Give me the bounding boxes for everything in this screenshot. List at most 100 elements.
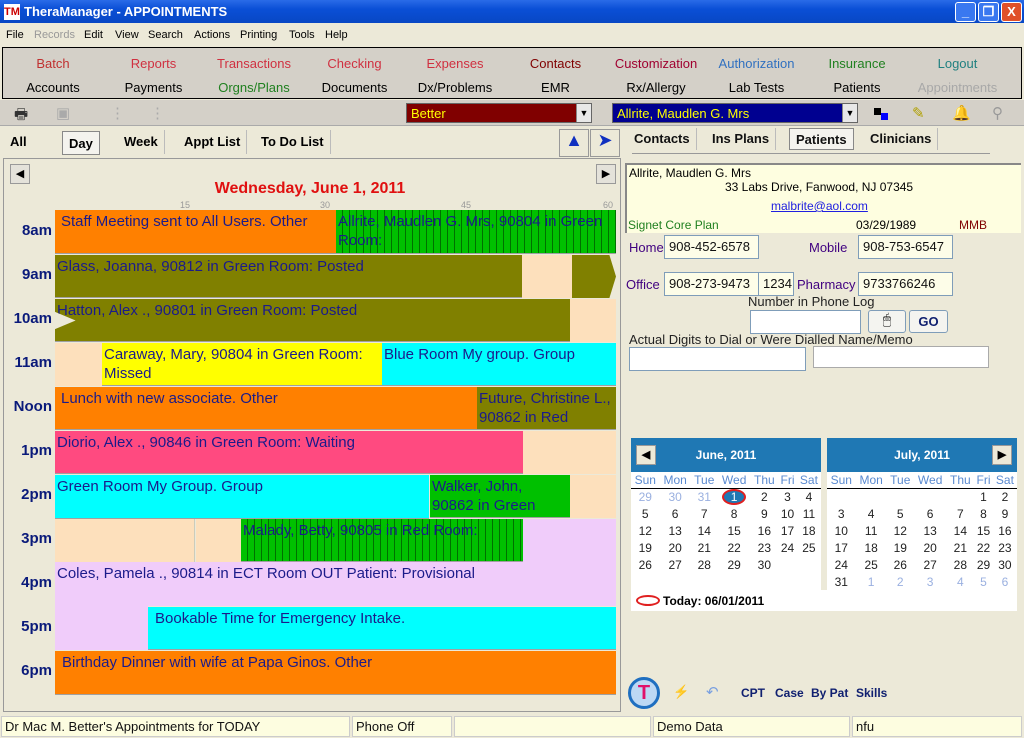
chevron-down-icon[interactable]: ▼ — [576, 104, 591, 122]
calendar-day[interactable]: 17 — [778, 522, 797, 539]
close-button[interactable]: X — [1001, 2, 1022, 22]
tab-appt-list[interactable]: Appt List — [178, 130, 248, 154]
nav-rx-allergy[interactable]: Rx/Allergy — [606, 80, 706, 95]
calendar-day[interactable]: 21 — [691, 539, 718, 556]
calendar-day[interactable]: 9 — [993, 505, 1017, 522]
appointment-block[interactable]: Caraway, Mary, 90804 in Green Room: Miss… — [102, 343, 382, 386]
nav-patients[interactable]: Patients — [807, 80, 907, 95]
tab-ins-plans[interactable]: Ins Plans — [706, 128, 777, 150]
calendar-day[interactable]: 25 — [856, 556, 887, 573]
calendar-day[interactable]: 18 — [856, 539, 887, 556]
nav-payments[interactable]: Payments — [104, 80, 204, 95]
open-slot[interactable] — [196, 519, 241, 562]
appointment-block[interactable]: Walker, John, 90862 in Green — [430, 475, 570, 518]
cpt-link[interactable]: CPT — [741, 686, 765, 700]
calendar-day[interactable]: 22 — [718, 539, 751, 556]
nav-dx-problems[interactable]: Dx/Problems — [405, 80, 505, 95]
menu-actions[interactable]: Actions — [194, 29, 230, 41]
calendar-day[interactable]: 28 — [691, 556, 718, 573]
calendar-day[interactable]: 7 — [947, 505, 975, 522]
menu-file[interactable]: File — [6, 29, 24, 41]
mobile-phone-field[interactable]: 908-753-6547 — [858, 235, 953, 259]
appointment-block[interactable]: Future, Christine L., 90862 in Red — [477, 387, 616, 430]
office-ext-field[interactable]: 1234 — [758, 272, 794, 296]
appointment-block[interactable]: Lunch with new associate. Other — [55, 387, 477, 430]
calendar-day[interactable]: 20 — [660, 539, 691, 556]
today-label[interactable]: Today: 06/01/2011 — [663, 594, 764, 608]
menu-tools[interactable]: Tools — [289, 29, 315, 41]
calendar-day[interactable]: 31 — [691, 488, 718, 505]
appointment-continuation-arrow[interactable] — [572, 255, 616, 298]
home-phone-field[interactable]: 908-452-6578 — [664, 235, 759, 259]
calendar-day[interactable]: 11 — [797, 505, 821, 522]
calendar-day[interactable]: 25 — [797, 539, 821, 556]
binoculars-icon[interactable]: ⚲ — [992, 104, 1003, 122]
calendar-day[interactable]: 4 — [797, 488, 821, 505]
office-phone-field[interactable]: 908-273-9473 — [664, 272, 759, 296]
undo-arrow-icon[interactable]: ↶ — [706, 683, 719, 701]
appointment-block[interactable]: Birthday Dinner with wife at Papa Ginos.… — [55, 651, 616, 695]
pharmacy-phone-field[interactable]: 9733766246 — [858, 272, 953, 296]
calendar-day[interactable]: 29 — [631, 488, 660, 505]
appointment-block[interactable]: Green Room My Group. Group — [55, 475, 429, 519]
calendar-day[interactable]: 13 — [660, 522, 691, 539]
filter-lightning-icon[interactable]: ⚡ — [673, 684, 689, 700]
calendar-day[interactable]: 22 — [974, 539, 993, 556]
menu-records[interactable]: Records — [34, 29, 75, 41]
nav-documents[interactable]: Documents — [305, 80, 405, 95]
up-arrow-button[interactable]: ▲ — [559, 129, 589, 157]
calendar-day[interactable]: 6 — [660, 505, 691, 522]
tab-clinicians[interactable]: Clinicians — [864, 128, 939, 150]
calendar-day[interactable]: 3 — [827, 505, 856, 522]
calendar-day[interactable]: 6 — [993, 573, 1017, 590]
skills-link[interactable]: Skills — [856, 686, 887, 700]
calendar-day[interactable]: 21 — [947, 539, 975, 556]
nav-contacts[interactable]: Contacts — [506, 56, 606, 71]
nav-logout[interactable]: Logout — [908, 56, 1008, 71]
go-button[interactable]: GO — [909, 310, 948, 333]
calendar-day[interactable]: 3 — [914, 573, 947, 590]
calendar-day[interactable]: 2 — [887, 573, 914, 590]
calendar-day[interactable]: 9 — [751, 505, 779, 522]
calendar-day[interactable]: 19 — [631, 539, 660, 556]
phone-log-field[interactable] — [750, 310, 861, 334]
menu-help[interactable]: Help — [325, 29, 348, 41]
calendar-day[interactable]: 6 — [914, 505, 947, 522]
calendar-day[interactable]: 24 — [778, 539, 797, 556]
calendar-day[interactable]: 17 — [827, 539, 856, 556]
calendar-day[interactable]: 15 — [718, 522, 751, 539]
calendar-day[interactable]: 12 — [887, 522, 914, 539]
patient-select[interactable]: Allrite, Maudlen G. Mrs ▼ — [612, 103, 858, 123]
save-icon[interactable]: ▣ — [56, 104, 70, 122]
calendar-day[interactable]: 1 — [718, 488, 751, 505]
calendar-day[interactable]: 29 — [718, 556, 751, 573]
coles-appointment-extension[interactable] — [55, 606, 148, 650]
calendar-day[interactable]: 10 — [827, 522, 856, 539]
calendar-day[interactable]: 19 — [887, 539, 914, 556]
appointment-block[interactable]: Malady, Betty, 90805 in Red Room: — [241, 519, 523, 562]
prev-month-button[interactable]: ◀ — [636, 445, 656, 465]
tab-week[interactable]: Week — [118, 130, 165, 154]
memo-field[interactable] — [813, 346, 989, 368]
menu-printing[interactable]: Printing — [240, 29, 277, 41]
nav-reports[interactable]: Reports — [104, 56, 204, 71]
calendar-day[interactable]: 18 — [797, 522, 821, 539]
calendar-day[interactable]: 24 — [827, 556, 856, 573]
layout-icon[interactable] — [874, 108, 881, 115]
calendar-day[interactable]: 7 — [691, 505, 718, 522]
restore-button[interactable]: ❐ — [978, 2, 999, 22]
nav-customization[interactable]: Customization — [606, 56, 706, 71]
calendar-day[interactable]: 8 — [718, 505, 751, 522]
nav-batch[interactable]: Batch — [3, 56, 103, 71]
calendar-day[interactable]: 30 — [660, 488, 691, 505]
appointment-block[interactable]: Bookable Time for Emergency Intake. — [148, 607, 616, 650]
today-day[interactable]: 1 — [722, 488, 747, 505]
nav-insurance[interactable]: Insurance — [807, 56, 907, 71]
nav-expenses[interactable]: Expenses — [405, 56, 505, 71]
chevron-down-icon[interactable]: ▼ — [842, 104, 857, 122]
calendar-day[interactable]: 28 — [947, 556, 975, 573]
calendar-day[interactable]: 1 — [974, 488, 993, 505]
calendar-day[interactable]: 13 — [914, 522, 947, 539]
mouse-dial-button[interactable]: 🖱 — [868, 310, 906, 333]
calendar-day[interactable]: 1 — [856, 573, 887, 590]
